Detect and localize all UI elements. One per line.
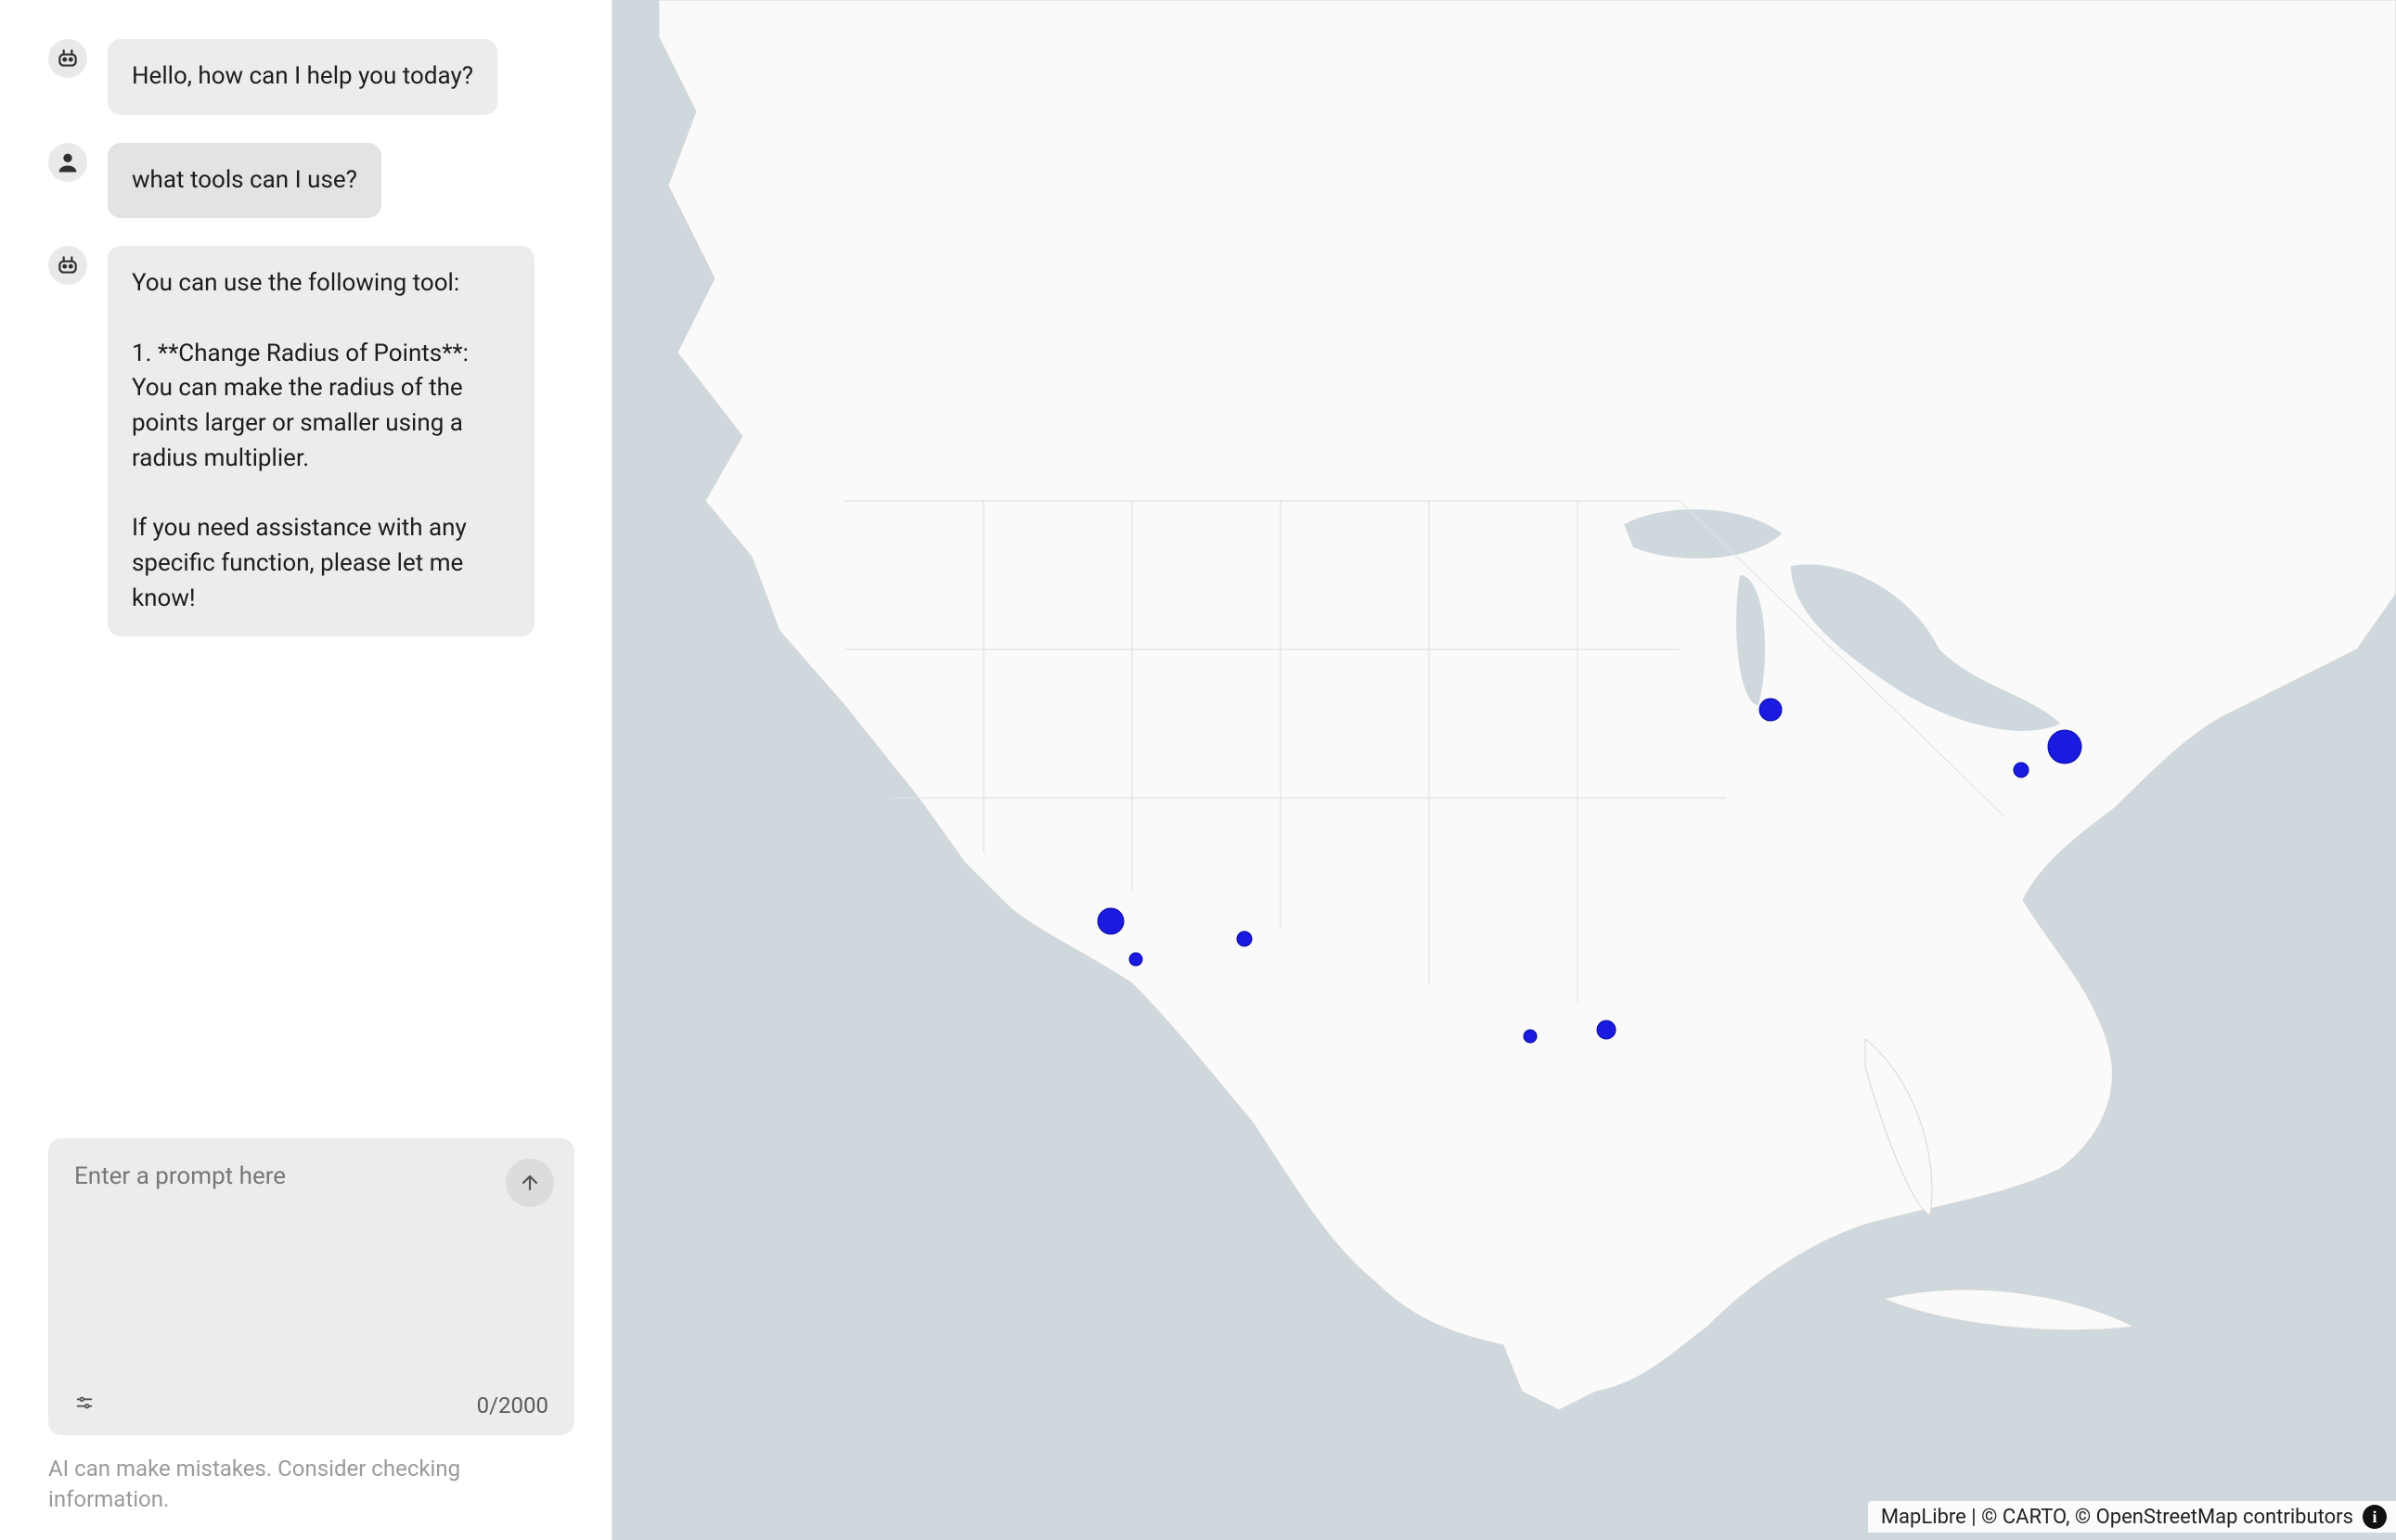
message-bubble: Hello, how can I help you today? bbox=[108, 39, 497, 115]
assistant-message: You can use the following tool: 1. **Cha… bbox=[48, 246, 574, 636]
map-attribution: MapLibre | © CARTO, © OpenStreetMap cont… bbox=[1868, 1501, 2396, 1533]
robot-icon bbox=[56, 253, 80, 277]
chat-messages: Hello, how can I help you today? what to… bbox=[48, 39, 574, 1110]
map-point-nyc-area[interactable] bbox=[2048, 730, 2081, 764]
person-icon bbox=[55, 149, 81, 175]
message-bubble: what tools can I use? bbox=[108, 143, 381, 219]
user-message: what tools can I use? bbox=[48, 143, 574, 219]
map-point-houston-area[interactable] bbox=[1597, 1020, 1616, 1039]
map-point-chicago-area[interactable] bbox=[1759, 699, 1782, 721]
info-icon[interactable]: i bbox=[2363, 1505, 2387, 1529]
message-bubble: You can use the following tool: 1. **Cha… bbox=[108, 246, 535, 636]
prompt-footer: 0/2000 bbox=[74, 1392, 548, 1418]
map-point-san-antonio-area[interactable] bbox=[1524, 1030, 1537, 1043]
assistant-avatar bbox=[48, 39, 87, 78]
map-point-dc-area[interactable] bbox=[2014, 763, 2029, 777]
map-point-los-angeles-area[interactable] bbox=[1129, 953, 1142, 966]
char-counter: 0/2000 bbox=[477, 1392, 548, 1418]
assistant-message: Hello, how can I help you today? bbox=[48, 39, 574, 115]
attribution-text: MapLibre | © CARTO, © OpenStreetMap cont… bbox=[1881, 1506, 2353, 1529]
user-avatar bbox=[48, 143, 87, 182]
map-point-phoenix-area[interactable] bbox=[1237, 931, 1252, 946]
ai-disclaimer: AI can make mistakes. Consider checking … bbox=[48, 1454, 574, 1514]
chat-panel: Hello, how can I help you today? what to… bbox=[0, 0, 612, 1540]
map-point-san-francisco-area[interactable] bbox=[1098, 908, 1124, 934]
map-panel[interactable]: MapLibre | © CARTO, © OpenStreetMap cont… bbox=[612, 0, 2396, 1540]
map-canvas[interactable] bbox=[612, 0, 2396, 1540]
send-button[interactable] bbox=[506, 1159, 554, 1207]
assistant-avatar bbox=[48, 246, 87, 285]
prompt-input[interactable] bbox=[74, 1162, 548, 1381]
prompt-box: 0/2000 bbox=[48, 1138, 574, 1435]
sliders-icon bbox=[74, 1392, 95, 1413]
arrow-up-icon bbox=[519, 1172, 541, 1194]
prompt-settings-button[interactable] bbox=[74, 1392, 95, 1418]
robot-icon bbox=[56, 46, 80, 71]
